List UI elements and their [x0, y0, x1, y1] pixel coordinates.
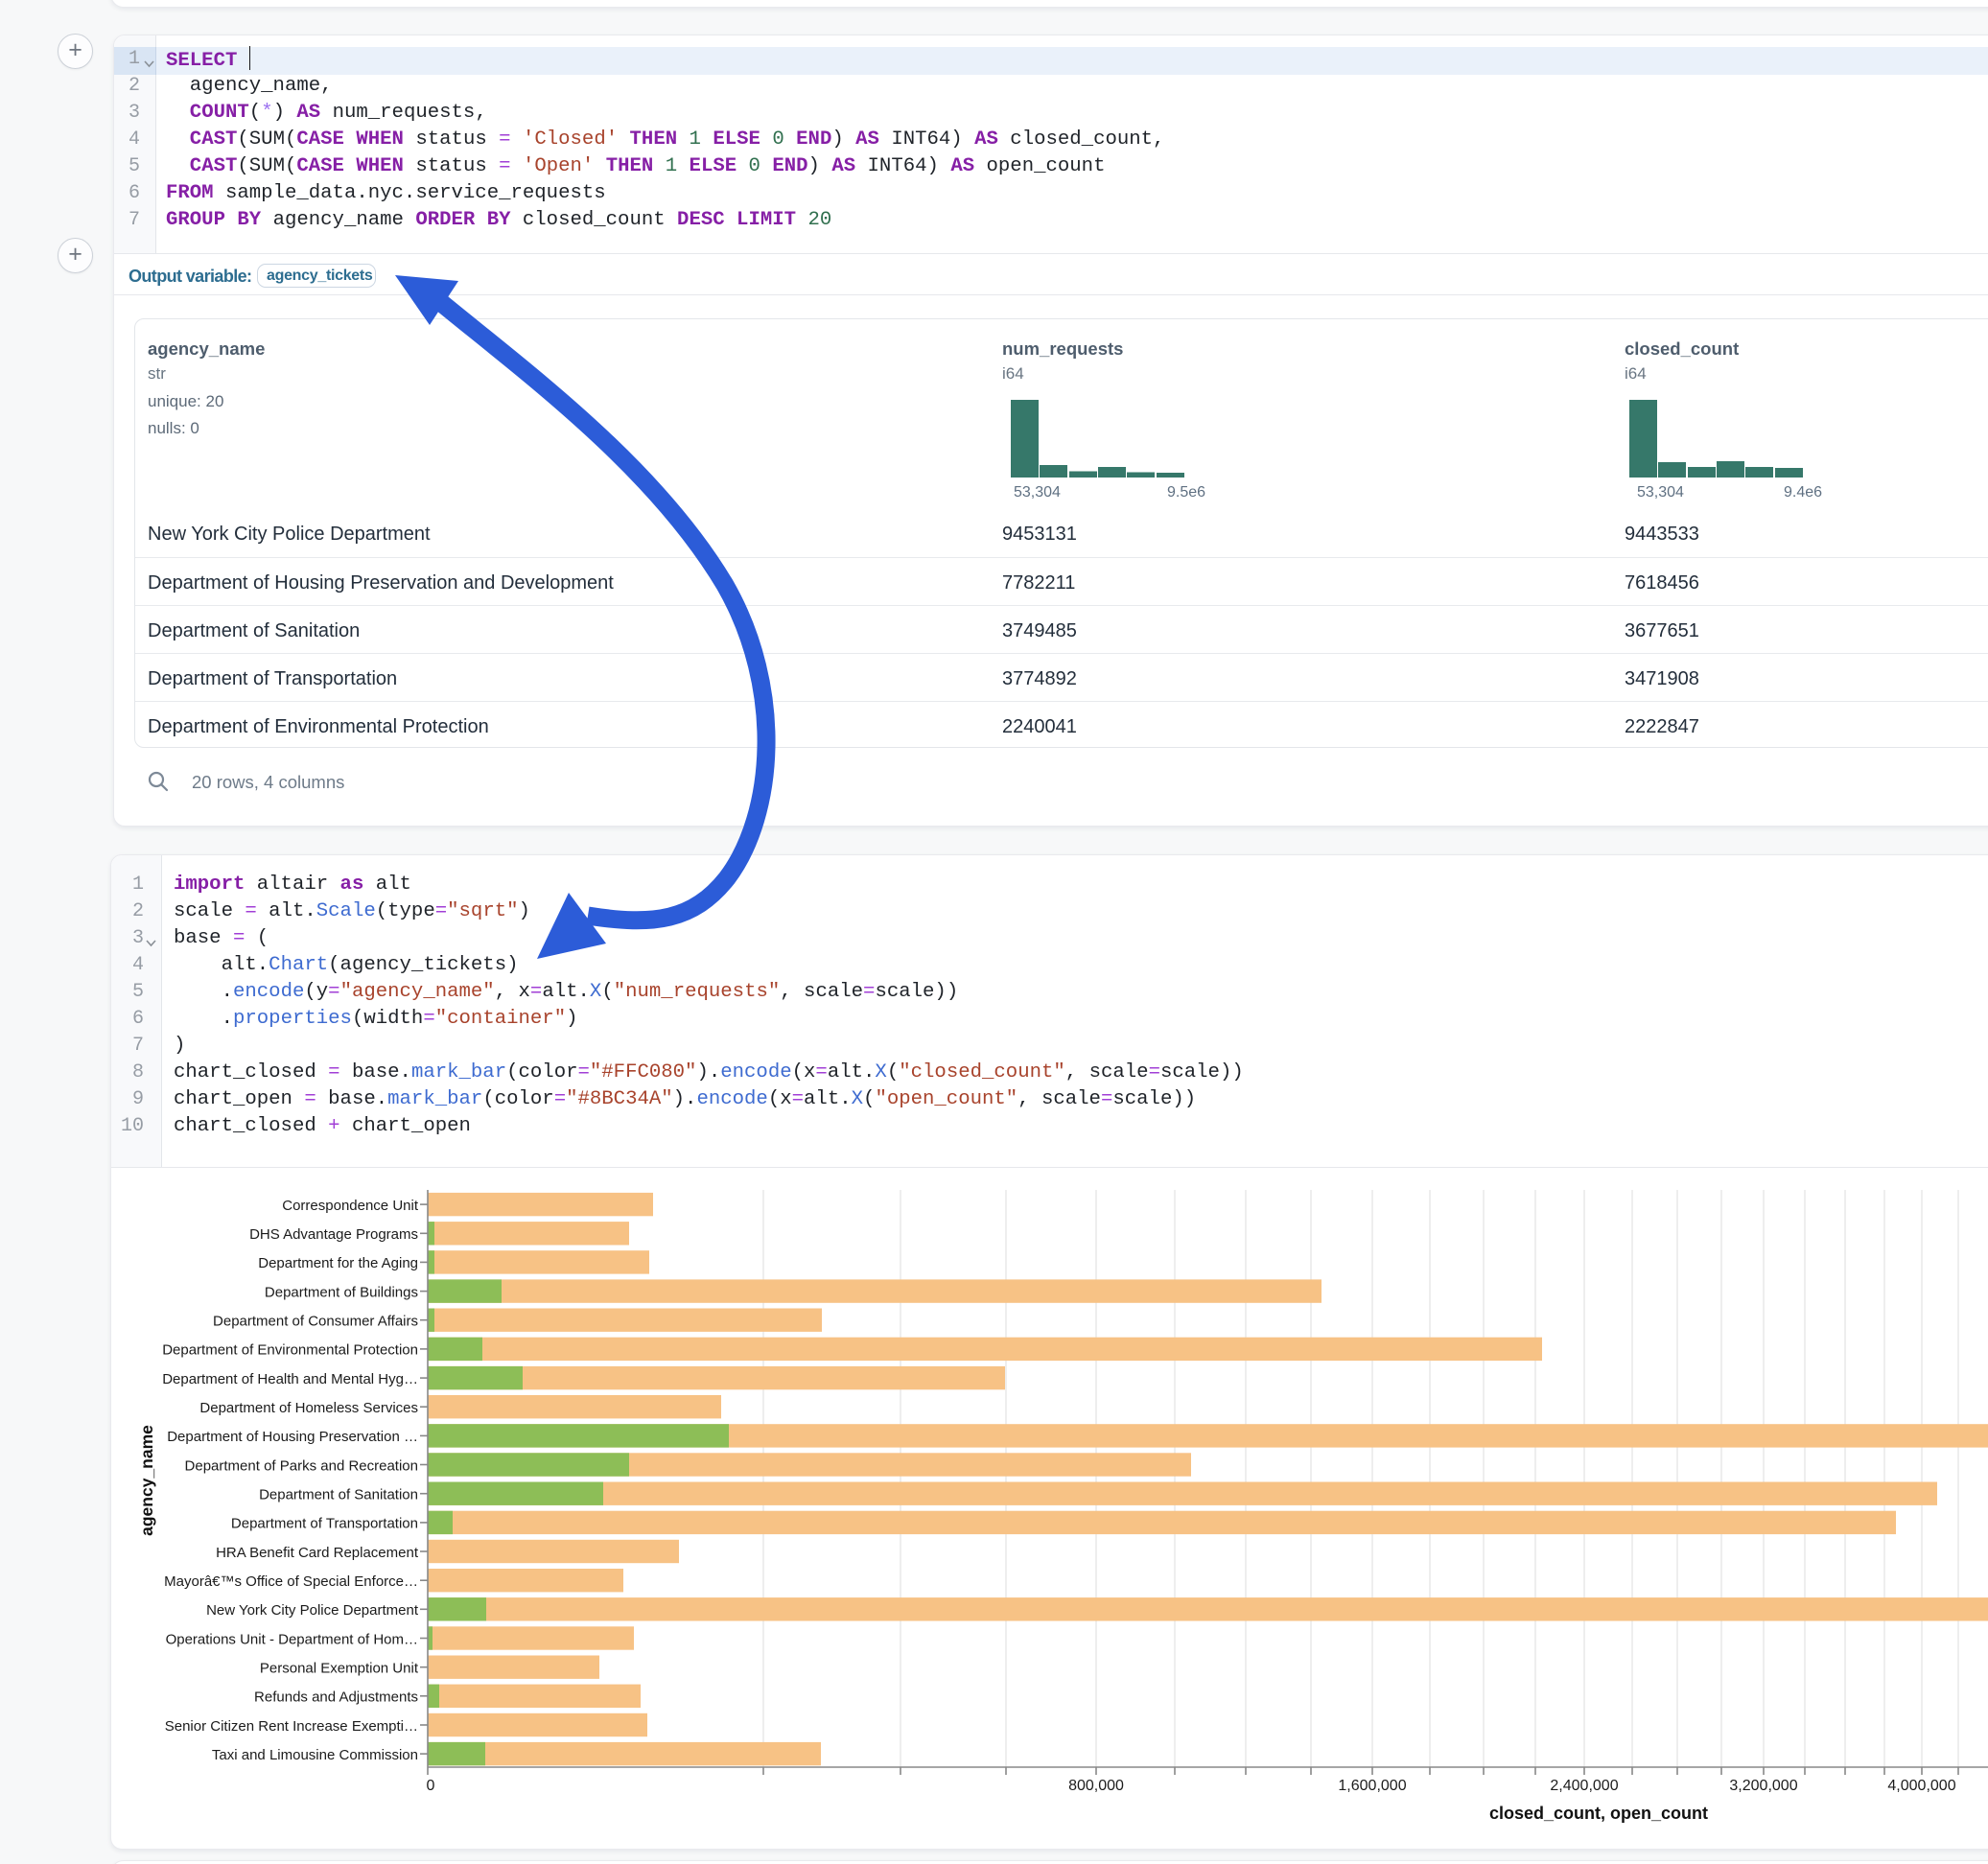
svg-text:HRA Benefit Card Replacement: HRA Benefit Card Replacement	[216, 1545, 419, 1561]
svg-text:Refunds and Adjustments: Refunds and Adjustments	[254, 1689, 418, 1706]
svg-text:Department of Parks and Recrea: Department of Parks and Recreation	[185, 1457, 418, 1474]
svg-text:Taxi and Limousine Commission: Taxi and Limousine Commission	[212, 1747, 418, 1763]
svg-text:Department of Buildings: Department of Buildings	[265, 1284, 418, 1300]
svg-text:New York City Police Departmen: New York City Police Department	[206, 1602, 419, 1619]
svg-text:Department of Consumer Affairs: Department of Consumer Affairs	[213, 1314, 418, 1330]
svg-text:Department of Housing Preserva: Department of Housing Preservation …	[167, 1429, 418, 1445]
svg-text:3,200,000: 3,200,000	[1729, 1778, 1797, 1794]
svg-text:agency_name: agency_name	[137, 1425, 156, 1536]
svg-text:Correspondence Unit: Correspondence Unit	[282, 1198, 419, 1214]
svg-text:0: 0	[427, 1778, 435, 1794]
svg-text:DHS Advantage Programs: DHS Advantage Programs	[249, 1226, 418, 1243]
svg-text:Department of Homeless Service: Department of Homeless Services	[199, 1400, 418, 1416]
svg-text:Personal Exemption Unit: Personal Exemption Unit	[260, 1661, 419, 1677]
svg-text:2,400,000: 2,400,000	[1550, 1778, 1618, 1794]
svg-text:Department of Health and Menta: Department of Health and Mental Hyg…	[162, 1371, 418, 1387]
svg-text:Department of Sanitation: Department of Sanitation	[259, 1487, 418, 1503]
svg-text:Senior Citizen Rent Increase E: Senior Citizen Rent Increase Exempti…	[165, 1718, 418, 1735]
svg-text:Department for the Aging: Department for the Aging	[258, 1255, 418, 1271]
svg-text:800,000: 800,000	[1068, 1778, 1124, 1794]
svg-text:1,600,000: 1,600,000	[1338, 1778, 1406, 1794]
svg-text:Operations Unit - Department o: Operations Unit - Department of Hom…	[166, 1631, 418, 1647]
svg-text:Department of Transportation: Department of Transportation	[231, 1516, 418, 1532]
svg-text:4,000,000: 4,000,000	[1887, 1778, 1955, 1794]
svg-text:Mayorâ€™s Office of Special En: Mayorâ€™s Office of Special Enforce…	[164, 1573, 418, 1590]
svg-text:closed_count, open_count: closed_count, open_count	[1489, 1804, 1708, 1823]
svg-text:Department of Environmental Pr: Department of Environmental Protection	[162, 1342, 418, 1359]
